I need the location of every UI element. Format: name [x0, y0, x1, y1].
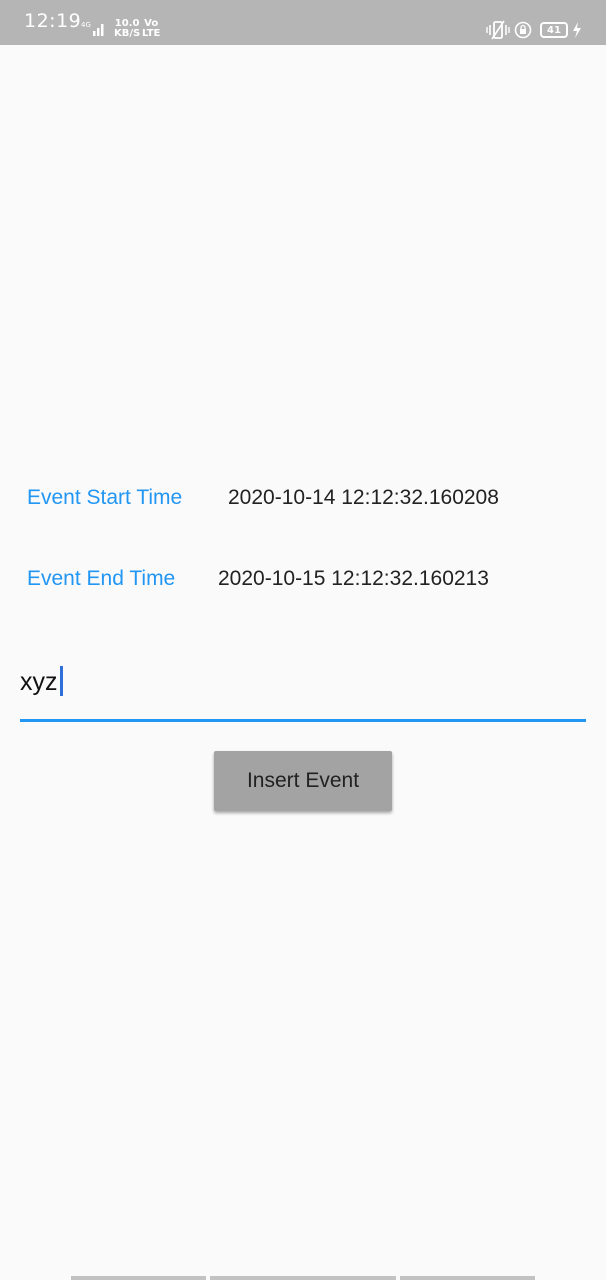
- vibrate-icon: [486, 20, 510, 40]
- network-speed: 10.0 KB/S: [114, 19, 140, 39]
- svg-text:4G: 4G: [81, 21, 91, 29]
- volte-bottom: LTE: [142, 28, 161, 39]
- battery-icon: 41: [540, 22, 568, 38]
- network-speed-unit: KB/S: [114, 28, 141, 39]
- nav-hint-left: [71, 1276, 206, 1280]
- status-bar: 12:19 4G 10.0 KB/S Vo LTE 41: [0, 0, 606, 45]
- nav-hint-center: [210, 1276, 396, 1280]
- rotation-lock-icon: [514, 21, 532, 39]
- nav-hint-right: [400, 1276, 535, 1280]
- event-name-input-value[interactable]: xyz: [20, 668, 58, 697]
- charging-icon: [573, 22, 581, 38]
- text-cursor: [60, 666, 63, 696]
- insert-event-button[interactable]: Insert Event: [214, 751, 392, 811]
- event-name-input[interactable]: xyz: [20, 656, 586, 722]
- event-end-label[interactable]: Event End Time: [27, 567, 175, 591]
- event-end-value: 2020-10-15 12:12:32.160213: [218, 567, 489, 590]
- event-start-label[interactable]: Event Start Time: [27, 486, 182, 510]
- status-time: 12:19: [24, 10, 82, 32]
- event-start-value: 2020-10-14 12:12:32.160208: [228, 486, 499, 509]
- signal-icon: 4G: [81, 21, 104, 36]
- volte-indicator: Vo LTE: [142, 19, 160, 39]
